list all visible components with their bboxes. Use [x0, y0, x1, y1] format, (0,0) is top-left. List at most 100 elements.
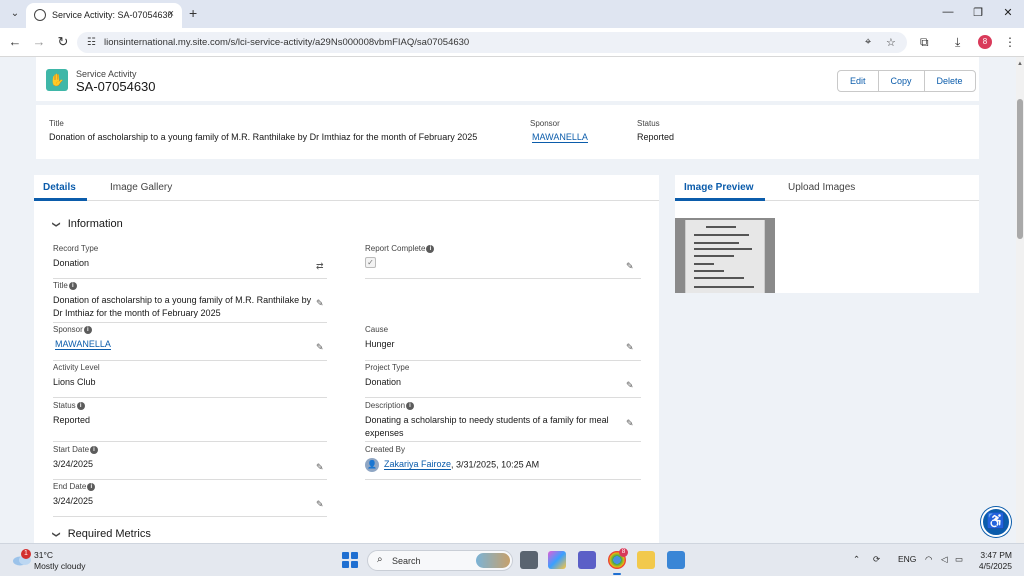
weather-badge: 1 — [21, 549, 31, 559]
copilot-icon[interactable] — [548, 551, 566, 569]
divider — [53, 322, 327, 323]
status-field-label: Status — [53, 401, 76, 410]
tab-details[interactable]: Details — [43, 182, 76, 193]
info-icon[interactable]: i — [76, 401, 85, 410]
record-header: ✋ Service Activity SA-07054630 Edit Copy… — [36, 57, 979, 101]
tab-search-icon[interactable]: ⌄ — [8, 7, 22, 21]
chevron-down-icon: ❯ — [51, 221, 61, 228]
field-activity-level: Activity Level Lions Club — [53, 363, 315, 389]
edit-title-icon[interactable]: ✎ — [316, 298, 324, 309]
location-icon[interactable]: ⌖ — [865, 36, 871, 49]
edit-sponsor-icon[interactable]: ✎ — [316, 342, 324, 353]
scroll-up-icon[interactable]: ▲ — [1017, 61, 1023, 67]
change-record-type-icon[interactable]: ⇄ — [316, 261, 324, 272]
task-view-icon[interactable] — [520, 551, 538, 569]
sponsor-field-link[interactable]: MAWANELLA — [55, 339, 111, 350]
report-complete-label: Report Complete — [365, 244, 426, 253]
sync-icon[interactable]: ⟳ — [873, 554, 880, 565]
end-date-label: End Date — [53, 482, 87, 491]
info-icon[interactable]: i — [426, 244, 435, 253]
divider — [365, 397, 641, 398]
scrollbar-thumb[interactable] — [1017, 99, 1023, 239]
start-date-label: Start Date — [53, 445, 90, 454]
close-window-icon[interactable]: ✕ — [1001, 6, 1015, 19]
section-metrics-label: Required Metrics — [67, 528, 151, 540]
tab-upload-images[interactable]: Upload Images — [788, 182, 855, 193]
tab-image-preview[interactable]: Image Preview — [684, 182, 753, 193]
show-hidden-icons[interactable]: ⌃ — [853, 554, 860, 565]
sponsor-link[interactable]: MAWANELLA — [532, 132, 588, 143]
address-bar-row: ← → ↻ ☷ lionsinternational.my.site.com/s… — [0, 28, 1024, 57]
created-by-user-link[interactable]: Zakariya Fairoze — [384, 459, 452, 471]
field-sponsor: Sponsor i MAWANELLA — [53, 325, 315, 351]
section-information-label: Information — [67, 218, 123, 230]
receipt-image-thumbnail[interactable] — [675, 218, 775, 293]
photos-icon[interactable] — [667, 551, 685, 569]
browser-menu-icon[interactable]: ⋮ — [1004, 35, 1016, 49]
reload-icon[interactable]: ↻ — [56, 35, 70, 49]
active-app-indicator — [613, 573, 621, 575]
accessibility-button[interactable]: ♿ — [981, 507, 1011, 537]
download-icon[interactable]: ⤓ — [955, 35, 960, 50]
info-icon[interactable]: i — [83, 325, 92, 334]
teams-icon[interactable] — [578, 551, 596, 569]
temperature[interactable]: 31°C — [34, 550, 53, 560]
file-explorer-icon[interactable] — [637, 551, 655, 569]
url-field[interactable]: ☷ lionsinternational.my.site.com/s/lci-s… — [77, 32, 907, 53]
section-information[interactable]: ❯ Information — [51, 218, 123, 230]
created-by-date: , 3/31/2025, 10:25 AM — [451, 459, 540, 470]
wifi-icon[interactable]: ◠ — [925, 554, 932, 565]
back-icon[interactable]: ← — [8, 35, 22, 49]
sponsor-label: Sponsor — [530, 119, 560, 128]
battery-icon[interactable]: ▭ — [955, 554, 963, 565]
activity-level-label: Activity Level — [53, 363, 100, 372]
volume-icon[interactable]: ◁ — [941, 554, 948, 565]
status-field-value: Reported — [53, 415, 91, 425]
info-icon[interactable]: i — [68, 281, 77, 290]
status-value: Reported — [637, 132, 675, 142]
minimize-icon[interactable]: — — [941, 6, 955, 18]
url-text[interactable]: lionsinternational.my.site.com/s/lci-ser… — [104, 37, 469, 48]
close-tab-icon[interactable]: × — [168, 8, 174, 20]
weather-condition[interactable]: Mostly cloudy — [34, 561, 86, 571]
edit-cause-icon[interactable]: ✎ — [626, 342, 634, 353]
restore-icon[interactable]: ❐ — [971, 6, 985, 19]
page-scrollbar[interactable]: ▲ — [1016, 57, 1024, 543]
image-tabs: Image Preview Upload Images — [675, 175, 979, 201]
language-indicator[interactable]: ENG — [898, 554, 916, 564]
bookmark-star-icon[interactable]: ☆ — [886, 36, 896, 49]
info-icon[interactable]: i — [87, 482, 96, 491]
delete-button[interactable]: Delete — [925, 71, 975, 91]
windows-start-icon[interactable] — [342, 552, 358, 568]
info-icon[interactable]: i — [406, 401, 415, 410]
active-tab-indicator — [675, 198, 765, 201]
browser-tab[interactable]: Service Activity: SA-07054630 × — [26, 3, 182, 28]
globe-icon — [34, 9, 46, 21]
divider — [53, 516, 327, 517]
system-clock[interactable]: 3:47 PM 4/5/2025 — [972, 550, 1012, 572]
service-activity-icon: ✋ — [46, 69, 68, 91]
new-tab-icon[interactable]: + — [189, 5, 197, 21]
section-required-metrics[interactable]: ❯ Required Metrics — [52, 528, 151, 540]
profile-avatar[interactable]: 8 — [978, 35, 992, 49]
search-icon: ⌕ — [377, 554, 383, 565]
project-type-value: Donation — [365, 377, 402, 387]
copy-button[interactable]: Copy — [879, 71, 925, 91]
forward-icon[interactable]: → — [32, 35, 46, 49]
tab-image-gallery[interactable]: Image Gallery — [110, 182, 172, 193]
extensions-icon[interactable]: ⧉ — [920, 35, 929, 50]
description-label: Description — [365, 401, 406, 410]
edit-button[interactable]: Edit — [838, 71, 879, 91]
info-icon[interactable]: i — [90, 445, 99, 454]
edit-end-date-icon[interactable]: ✎ — [316, 499, 324, 510]
edit-project-type-icon[interactable]: ✎ — [626, 380, 634, 391]
edit-report-complete-icon[interactable]: ✎ — [626, 261, 634, 272]
edit-description-icon[interactable]: ✎ — [626, 418, 634, 429]
cause-value: Hunger — [365, 339, 395, 349]
field-cause: Cause Hunger — [365, 325, 627, 351]
site-settings-icon[interactable]: ☷ — [87, 37, 96, 48]
taskbar-search[interactable]: ⌕ Search — [367, 550, 513, 571]
edit-start-date-icon[interactable]: ✎ — [316, 462, 324, 473]
action-buttons: Edit Copy Delete — [837, 70, 976, 92]
title-field-label: Title — [53, 281, 68, 290]
